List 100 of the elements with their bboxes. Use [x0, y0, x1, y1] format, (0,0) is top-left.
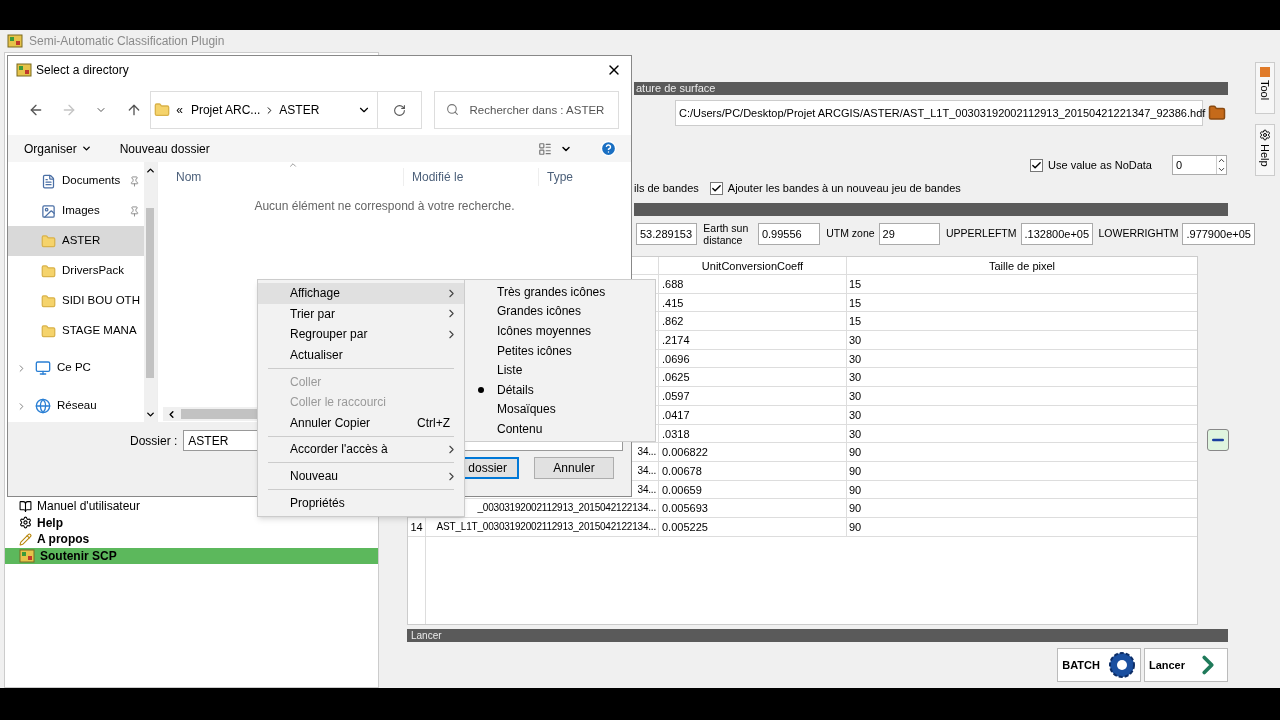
- table-cell-text: 30: [848, 407, 863, 423]
- row-number: 14: [410, 519, 423, 535]
- menu-item[interactable]: Affichage: [258, 283, 464, 304]
- image-icon: [41, 203, 56, 219]
- table-cell: .0696: [659, 349, 847, 368]
- menu-item[interactable]: Mosaïques: [465, 399, 655, 420]
- tree-item[interactable]: A propos: [5, 531, 378, 548]
- field-label: UPPERLEFTM: [945, 226, 1017, 242]
- menu-item[interactable]: Détails: [465, 379, 655, 400]
- nodata-spinbox[interactable]: 0: [1172, 155, 1227, 175]
- folder-icon: [41, 263, 56, 279]
- table-cell: 0.00678: [659, 461, 847, 480]
- checkbox[interactable]: [1030, 158, 1044, 172]
- side-tab[interactable]: Help: [1255, 124, 1275, 176]
- nav-pane-item[interactable]: Documents: [8, 166, 144, 196]
- menu-item[interactable]: Accorder l'accès à: [258, 439, 464, 460]
- menu-item[interactable]: Grandes icônes: [465, 301, 655, 322]
- menu-item[interactable]: Contenu: [465, 419, 655, 439]
- nav-pane-item[interactable]: DriversPack: [8, 256, 144, 286]
- section-header: Lancer: [407, 629, 1228, 642]
- dialog-button[interactable]: Annuler: [534, 457, 614, 479]
- table-cell-text: 30: [848, 389, 863, 405]
- monitor-icon: [35, 360, 51, 376]
- column-header[interactable]: Modifié le: [403, 168, 538, 186]
- run-button[interactable]: Lancer: [1143, 648, 1228, 682]
- menu-item[interactable]: Liste: [465, 360, 655, 380]
- column-header[interactable]: UnitConversionCoeff: [659, 257, 847, 274]
- menu-item[interactable]: Annuler Copier Ctrl+Z: [258, 412, 464, 434]
- caret-icon: [80, 143, 92, 154]
- organize-button[interactable]: Organiser: [24, 139, 92, 158]
- run-button[interactable]: BATCH: [1057, 648, 1141, 682]
- menu-item[interactable]: Icônes moyennes: [465, 321, 655, 341]
- scrollbar[interactable]: [143, 162, 157, 422]
- window-title: Select a directory: [36, 62, 130, 79]
- pin-icon: [128, 175, 140, 187]
- table-cell: .0597: [659, 387, 847, 405]
- table-cell: .0625: [659, 368, 847, 387]
- column-header[interactable]: Nom: [158, 168, 403, 186]
- menu-item[interactable]: Très grandes icônes: [465, 282, 655, 302]
- search-field[interactable]: Rechercher dans : ASTER: [433, 91, 620, 129]
- menu-item[interactable]: Petites icônes: [465, 340, 655, 361]
- folder-icon: [41, 323, 56, 339]
- table-cell: .2174: [659, 331, 847, 349]
- table-cell-text: 90: [848, 445, 863, 461]
- tree-item[interactable]: Soutenir SCP: [5, 547, 378, 564]
- menu-item[interactable]: Regrouper par: [258, 324, 464, 345]
- table-cell-text: 30: [848, 351, 863, 367]
- remove-button[interactable]: [1207, 429, 1229, 451]
- table-cell-text: 90: [848, 501, 863, 517]
- nav-pane-item[interactable]: Images: [8, 196, 144, 226]
- refresh-icon[interactable]: [392, 103, 406, 117]
- folder-icon: [154, 102, 171, 118]
- column-header[interactable]: Taille de pixel: [847, 257, 1197, 274]
- menu-item[interactable]: Propriétés: [258, 492, 464, 513]
- pencil-icon: [19, 532, 32, 546]
- table-cell-text: 30: [848, 333, 863, 349]
- sort-icon: [288, 160, 298, 170]
- column-header[interactable]: Type: [538, 168, 573, 186]
- network-icon: [35, 398, 51, 414]
- field-label: Earth sun distance: [703, 222, 750, 246]
- address-segment[interactable]: Projet ARC...: [190, 101, 261, 119]
- scroll-up-icon[interactable]: [144, 165, 156, 176]
- overflow-marker[interactable]: «: [176, 101, 183, 119]
- nav-pane-item[interactable]: SIDI BOU OTH: [8, 286, 144, 316]
- empty-message: Aucun élément ne correspond à votre recherche.: [254, 198, 515, 215]
- text-field[interactable]: 53.289153: [636, 223, 698, 245]
- nav-pane-item[interactable]: ASTER: [8, 226, 144, 256]
- field-label: LOWERRIGHTM: [1098, 226, 1179, 242]
- nav-pane-item[interactable]: STAGE MANA: [8, 316, 144, 346]
- address-segment[interactable]: ASTER: [279, 101, 320, 119]
- check-icon: [1031, 159, 1043, 171]
- search-icon: [445, 103, 459, 116]
- address-bar[interactable]: « Projet ARC... ASTER: [150, 91, 422, 129]
- table-cell: 0.005693: [659, 499, 847, 517]
- menu-item[interactable]: Actualiser: [258, 344, 464, 366]
- plugin-icon: [7, 33, 23, 49]
- spin-down-icon[interactable]: [1217, 165, 1226, 174]
- view-icon[interactable]: [538, 141, 552, 156]
- side-tab[interactable]: Tool: [1255, 62, 1275, 114]
- check-icon: [710, 182, 722, 194]
- table-cell: .415: [659, 293, 847, 312]
- tool-icon: [1260, 67, 1270, 77]
- table-cell-text: AST_L1T_00303192002112913_2015042122134...: [436, 519, 656, 534]
- nav-pane-item[interactable]: Réseau: [8, 391, 144, 421]
- table-cell-text: 90: [848, 519, 863, 535]
- table-cell-text: 15: [848, 314, 863, 330]
- text-field[interactable]: .132800e+05: [1020, 223, 1093, 245]
- text-field[interactable]: .977900e+05: [1182, 223, 1255, 245]
- tree-item[interactable]: Help: [5, 514, 378, 531]
- checkbox[interactable]: [709, 181, 723, 195]
- text-field[interactable]: 29: [878, 223, 940, 245]
- text-field[interactable]: 0.99556: [757, 223, 821, 245]
- menu-item[interactable]: Trier par: [258, 303, 464, 325]
- nodata-label: Use value as NoData: [1048, 157, 1152, 173]
- scroll-down-icon[interactable]: [144, 409, 156, 420]
- field-label: UTM zone: [826, 226, 875, 242]
- nav-pane-item[interactable]: Ce PC: [8, 353, 144, 383]
- new-folder-button[interactable]: Nouveau dossier: [119, 139, 210, 158]
- spin-up-icon[interactable]: [1217, 156, 1226, 165]
- help-icon[interactable]: [600, 140, 617, 157]
